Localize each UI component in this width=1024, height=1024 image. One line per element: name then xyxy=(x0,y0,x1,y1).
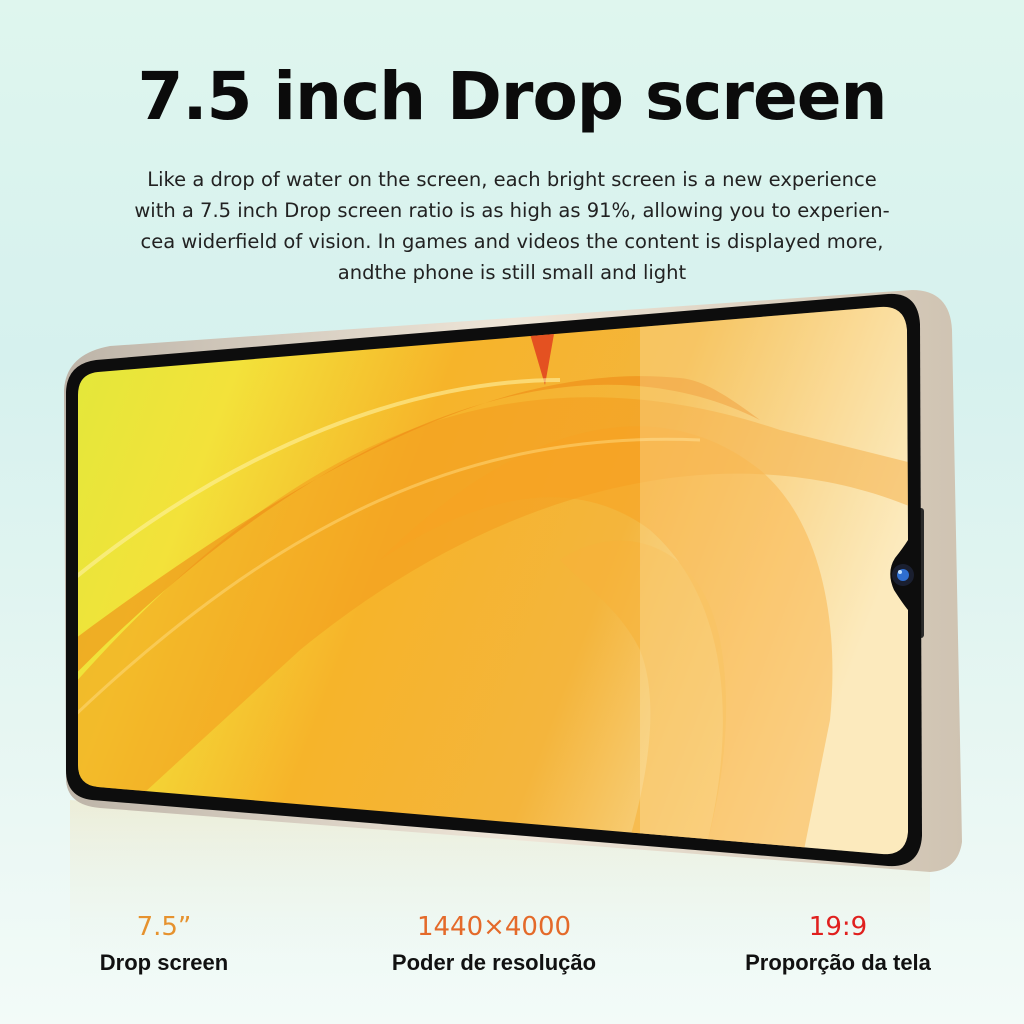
spec-aspect-ratio: 19:9 Proporção da tela xyxy=(688,912,988,976)
spec-value: 7.5” xyxy=(136,912,192,942)
spec-screen-size: 7.5” Drop screen xyxy=(14,912,314,976)
spec-value: 1440×4000 xyxy=(416,912,572,942)
phone-illustration xyxy=(64,290,962,990)
spec-label: Drop screen xyxy=(99,950,229,975)
spec-label: Poder de resolução xyxy=(391,950,597,975)
spec-label: Proporção da tela xyxy=(745,950,931,975)
spec-resolution: 1440×4000 Poder de resolução xyxy=(344,912,644,976)
spec-value: 19:9 xyxy=(808,912,868,942)
